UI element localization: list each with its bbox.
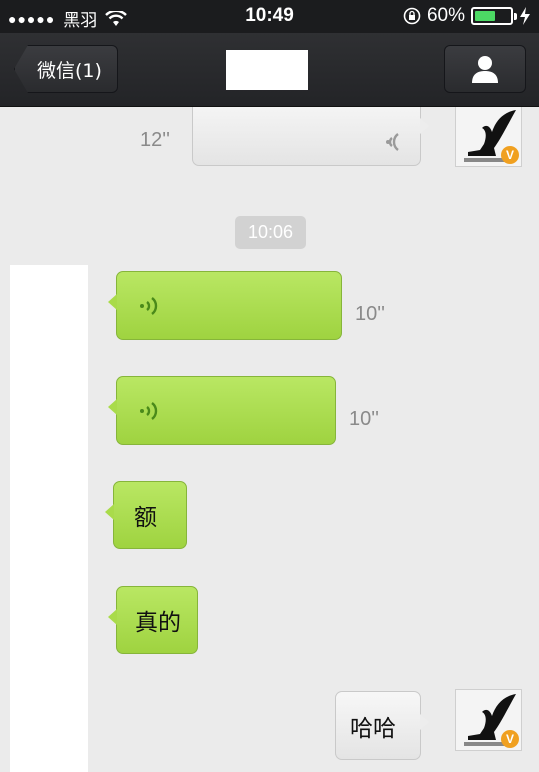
verified-badge: V [501,730,519,748]
back-button[interactable]: 微信(1) [14,45,118,93]
voice-message-outgoing[interactable] [192,107,429,166]
battery-percent: 60% [426,5,465,26]
rotation-lock-icon [403,7,421,25]
my-avatar[interactable]: V [455,107,522,167]
verified-badge: V [501,146,519,164]
voice-duration: 12'' [140,129,170,151]
message-text: 额 [134,505,157,531]
nav-bar: 微信(1) [0,33,539,107]
voice-wave-icon [140,297,158,315]
chat-area[interactable]: 12'' V 10:06 10'' 10'' 额 真的 哈哈 V [0,107,539,772]
message-timestamp: 10:06 [235,216,306,249]
voice-message-incoming[interactable] [108,376,336,445]
voice-message-incoming[interactable] [108,271,342,340]
battery-icon [471,7,517,25]
text-message-incoming[interactable]: 额 [105,481,187,549]
text-message-incoming[interactable]: 真的 [108,586,198,654]
voice-wave-icon [386,133,399,151]
charging-bolt-icon [520,7,530,25]
person-icon [472,56,498,83]
chat-title-redacted [226,50,308,90]
message-text: 哈哈 [350,715,396,742]
text-message-outgoing[interactable]: 哈哈 [335,691,429,760]
message-text: 真的 [135,610,181,636]
contact-avatar-redacted [10,265,88,772]
battery-fill [475,11,496,21]
status-bar: ●●●●● 黑羽 10:49 60% [0,0,539,33]
my-avatar[interactable]: V [455,689,522,751]
voice-duration: 10'' [355,303,385,325]
voice-duration: 10'' [349,408,379,430]
chat-info-button[interactable] [444,45,526,93]
voice-wave-icon [140,402,158,420]
